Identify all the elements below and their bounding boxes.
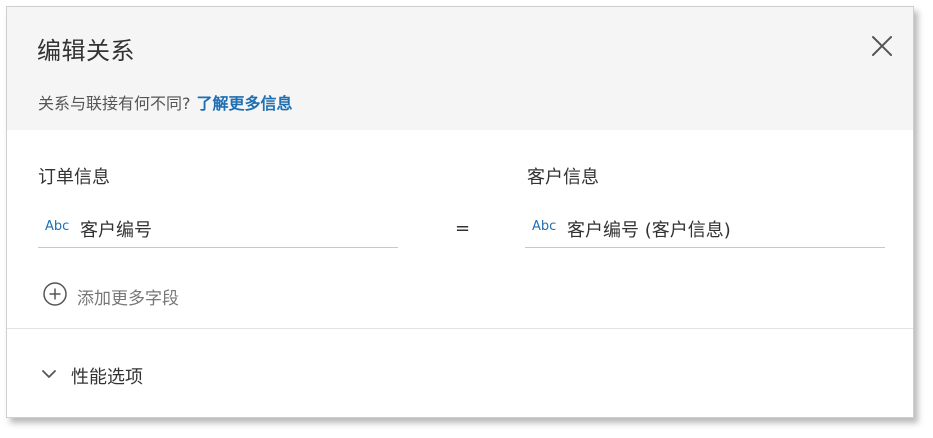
section-divider xyxy=(7,328,913,329)
chevron-down-icon xyxy=(42,370,56,378)
string-type-icon: Abc xyxy=(45,219,70,234)
left-field-selector[interactable]: Abc 客户编号 xyxy=(38,208,398,248)
performance-options-label: 性能选项 xyxy=(71,367,143,388)
right-field-selector[interactable]: Abc 客户编号 (客户信息) xyxy=(525,208,885,248)
edit-relationship-dialog: 编辑关系 关系与联接有何不同? 了解更多信息 订单信息 客户信息 Abc 客户编号… xyxy=(6,6,914,418)
left-table-label: 订单信息 xyxy=(38,167,110,188)
left-field-name: 客户编号 xyxy=(80,220,152,241)
close-icon xyxy=(872,36,892,56)
dialog-subtitle: 关系与联接有何不同? 了解更多信息 xyxy=(38,90,293,114)
add-more-fields-label: 添加更多字段 xyxy=(77,289,179,309)
right-field-name: 客户编号 (客户信息) xyxy=(567,220,731,241)
subtitle-question: 关系与联接有何不同? xyxy=(38,94,191,113)
plus-circle-icon xyxy=(43,282,67,306)
string-type-icon: Abc xyxy=(532,219,557,234)
operator-equals[interactable]: = xyxy=(455,218,470,239)
stage: 编辑关系 关系与联接有何不同? 了解更多信息 订单信息 客户信息 Abc 客户编号… xyxy=(0,0,933,438)
dialog-title: 编辑关系 xyxy=(37,37,135,65)
right-table-label: 客户信息 xyxy=(527,167,599,188)
dialog-header: 编辑关系 关系与联接有何不同? 了解更多信息 xyxy=(7,7,913,130)
learn-more-link[interactable]: 了解更多信息 xyxy=(197,94,293,113)
close-button[interactable] xyxy=(869,33,895,59)
